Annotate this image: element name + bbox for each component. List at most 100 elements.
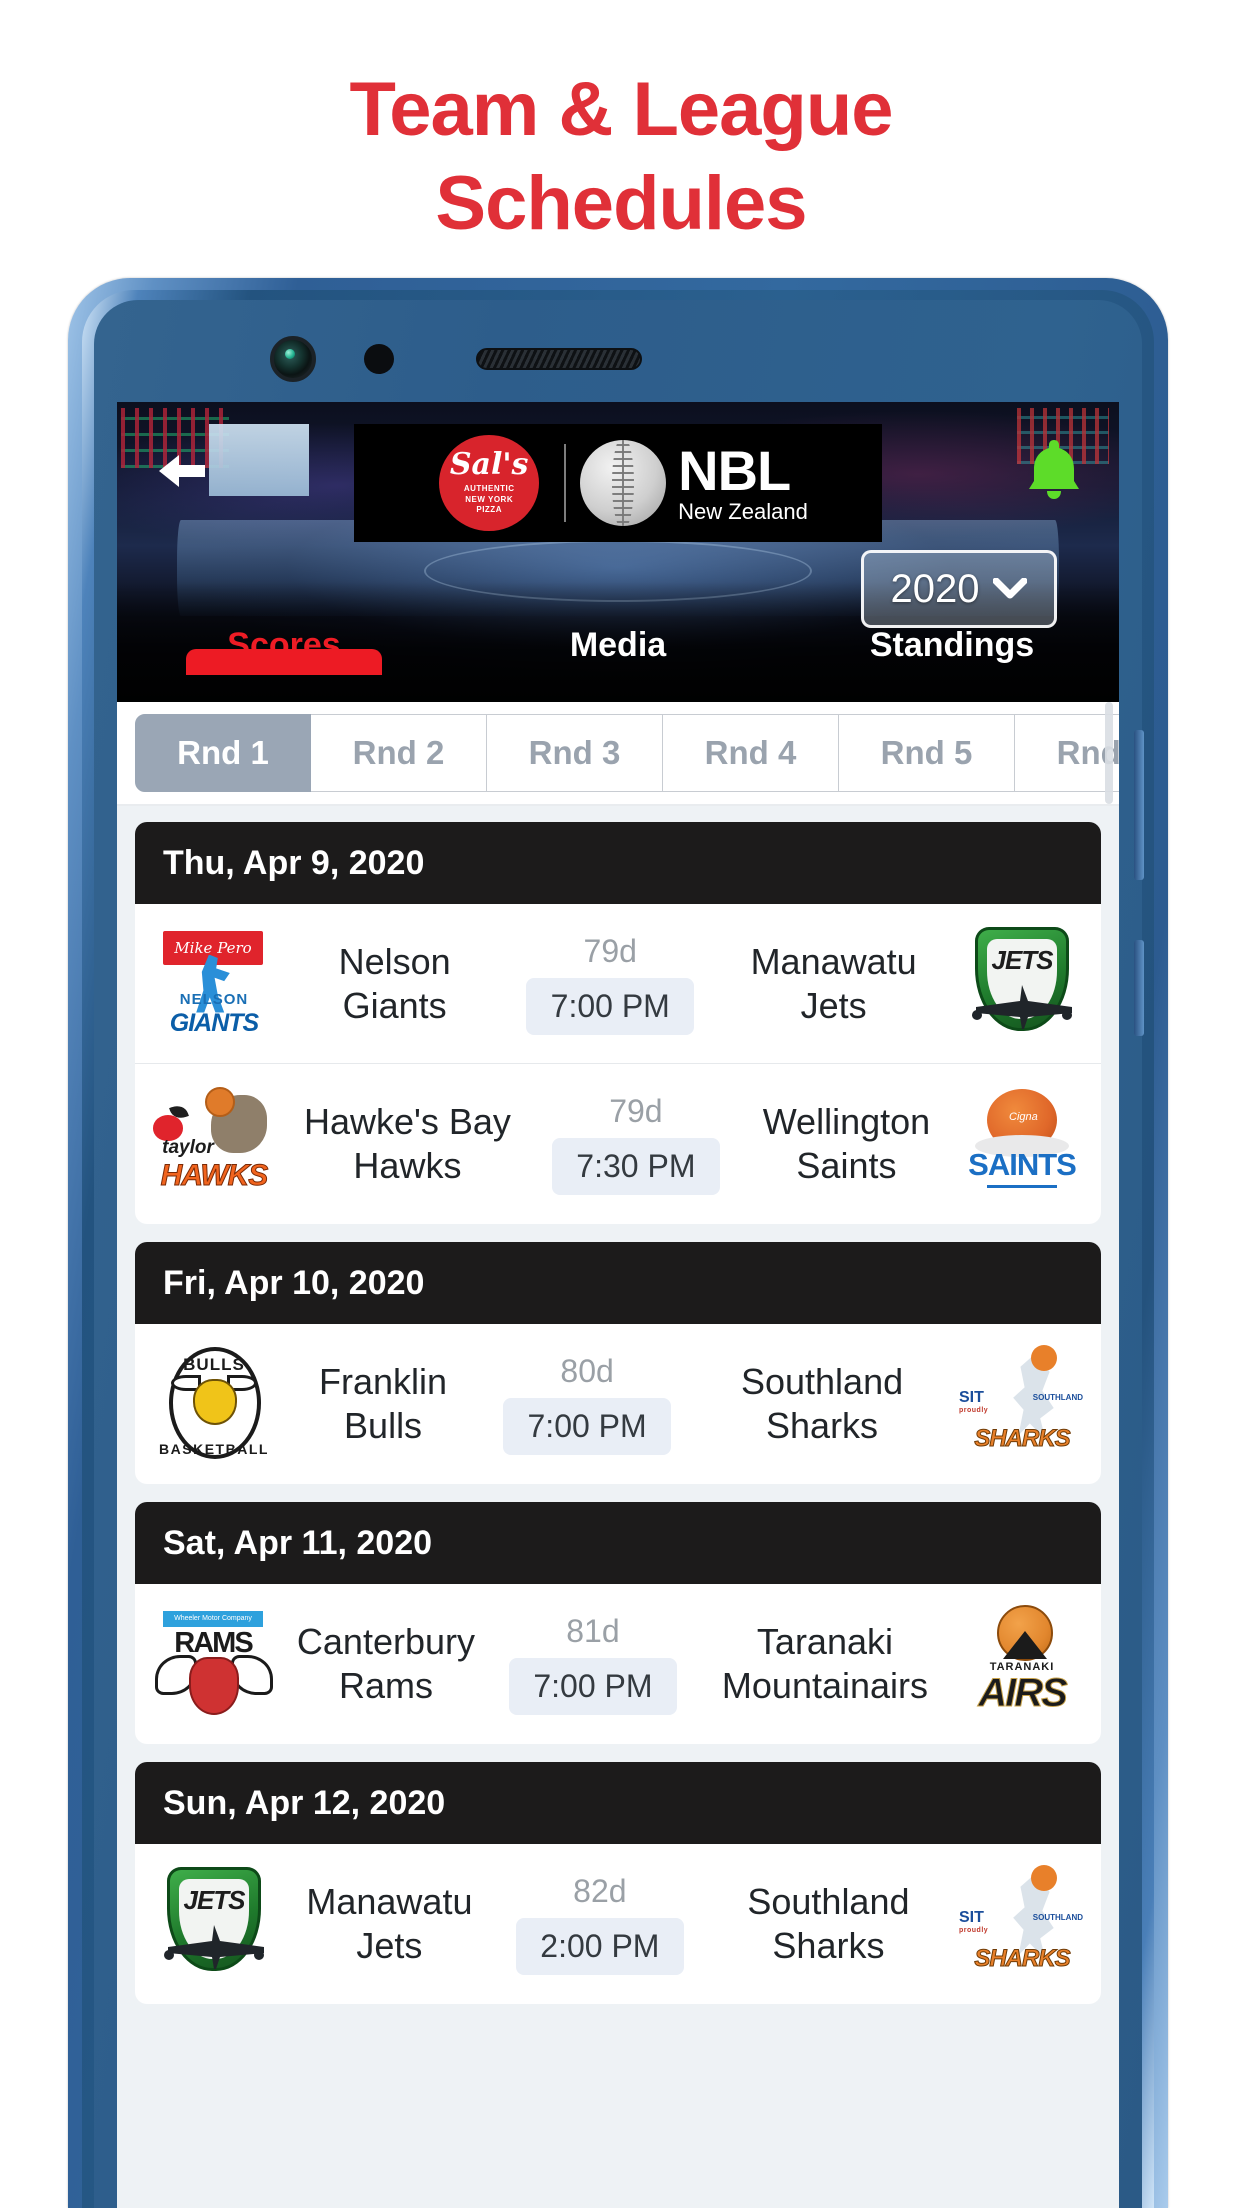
schedule-group: Fri, Apr 10, 2020 BULLS BASKETBALL Frank… <box>135 1242 1101 1484</box>
home-team-name: Manawatu Jets <box>306 1881 473 1966</box>
back-arrow-icon[interactable] <box>153 448 209 494</box>
volume-button[interactable] <box>1134 730 1144 880</box>
game-meta: 82d 2:00 PM <box>500 1844 700 2004</box>
schedule-group: Sat, Apr 11, 2020 Wheeler Motor Company R… <box>135 1502 1101 1744</box>
tab-standings[interactable]: Standings <box>785 626 1119 665</box>
page-title-line1: Team & League <box>349 67 893 152</box>
game-time: 2:00 PM <box>515 1918 684 1975</box>
proximity-sensor-icon <box>364 344 394 374</box>
tab-media[interactable]: Media <box>451 626 785 665</box>
round-tab-3-label: Rnd 3 <box>528 734 621 771</box>
date-header: Thu, Apr 9, 2020 <box>135 822 1101 904</box>
date-header: Fri, Apr 10, 2020 <box>135 1242 1101 1324</box>
tab-standings-label: Standings <box>869 626 1035 664</box>
round-tab-1-label: Rnd 1 <box>177 734 269 771</box>
schedule-group: Sun, Apr 12, 2020 JETS Manawatu Jets 82d… <box>135 1762 1101 2004</box>
wellington-saints-crest: Cigna SAINTS <box>957 1085 1087 1203</box>
round-tab-3[interactable]: Rnd 3 <box>487 714 663 792</box>
arena-scoreboard <box>209 424 309 496</box>
games-container: Wheeler Motor Company RAMS Canterbury Ram… <box>135 1584 1101 1744</box>
southland-sharks-crest: SIT proudly SOUTHLAND SHARKS <box>957 1865 1087 1983</box>
round-tab-4-label: Rnd 4 <box>704 734 797 771</box>
away-team-name: Wellington Saints <box>762 1101 931 1186</box>
game-meta: 80d 7:00 PM <box>487 1324 687 1484</box>
taranaki-airs-crest: TARANAKI AIRS <box>957 1605 1087 1723</box>
game-row[interactable]: JETS Manawatu Jets 82d 2:00 PM Southland… <box>135 1844 1101 2004</box>
sals-sponsor-logo: Sal's AUTHENTIC NEW YORK PIZZA <box>428 434 550 532</box>
logo-divider <box>564 444 567 522</box>
game-row[interactable]: Mike Pero NELSON GIANTS Nelson Giants 79d… <box>135 904 1101 1064</box>
game-countdown: 79d <box>583 932 637 969</box>
game-countdown: 81d <box>566 1613 620 1649</box>
away-team-name: Southland Sharks <box>740 1361 904 1446</box>
manawatu-jets-crest: JETS <box>957 925 1087 1043</box>
tab-scores-label: Scores <box>227 626 341 664</box>
fern-basketball-icon <box>580 440 667 526</box>
date-header: Sat, Apr 11, 2020 <box>135 1502 1101 1584</box>
games-container: BULLS BASKETBALL Franklin Bulls 80d 7:00… <box>135 1324 1101 1484</box>
franklin-bulls-crest: BULLS BASKETBALL <box>149 1345 279 1463</box>
game-meta: 81d 7:00 PM <box>493 1584 693 1744</box>
page-root: Team & League Schedules Sal's AUTHENTIC … <box>0 0 1242 2208</box>
tab-media-label: Media <box>569 626 667 664</box>
games-container: JETS Manawatu Jets 82d 2:00 PM Southland… <box>135 1844 1101 2004</box>
round-tab-6[interactable]: Rnd 6 <box>1015 714 1119 792</box>
game-row[interactable]: taylor HAWKS Hawke's Bay Hawks 79d 7:30 … <box>135 1064 1101 1224</box>
hero-banner: Sal's AUTHENTIC NEW YORK PIZZA NBL New Z… <box>117 402 1119 702</box>
home-team-name: Nelson Giants <box>338 940 451 1026</box>
manawatu-jets-crest: JETS <box>149 1865 279 1983</box>
game-countdown: 80d <box>560 1353 614 1389</box>
canterbury-rams-crest: Wheeler Motor Company RAMS <box>149 1605 279 1723</box>
sals-tagline-1: AUTHENTIC <box>463 483 515 493</box>
round-tab-5-label: Rnd 5 <box>880 734 973 771</box>
phone-body: Sal's AUTHENTIC NEW YORK PIZZA NBL New Z… <box>94 300 1144 2208</box>
away-team-name: Taranaki Mountainairs <box>721 1621 929 1706</box>
game-countdown: 82d <box>573 1873 627 1909</box>
game-time: 7:00 PM <box>503 1398 672 1455</box>
game-meta: 79d 7:30 PM <box>536 1064 736 1224</box>
power-button[interactable] <box>1134 940 1144 1036</box>
nbl-wordmark: NBL <box>678 439 791 502</box>
league-logo-plaque: Sal's AUTHENTIC NEW YORK PIZZA NBL New Z… <box>354 424 882 542</box>
nelson-giants-crest: Mike Pero NELSON GIANTS <box>149 924 279 1043</box>
home-team-name: Canterbury Rams <box>296 1621 475 1706</box>
phone-screen: Sal's AUTHENTIC NEW YORK PIZZA NBL New Z… <box>117 402 1119 2208</box>
earpiece-speaker-icon <box>476 348 642 370</box>
game-row[interactable]: BULLS BASKETBALL Franklin Bulls 80d 7:00… <box>135 1324 1101 1484</box>
page-title: Team & League Schedules <box>0 72 1242 242</box>
games-container: Mike Pero NELSON GIANTS Nelson Giants 79d… <box>135 904 1101 1224</box>
vertical-scrollbar[interactable] <box>1105 702 1113 804</box>
round-tab-5[interactable]: Rnd 5 <box>839 714 1015 792</box>
sals-wordmark: Sal's <box>449 446 529 482</box>
southland-sharks-crest: SIT proudly SOUTHLAND SHARKS <box>957 1345 1087 1463</box>
chevron-down-icon <box>992 577 1028 600</box>
nbl-country: New Zealand <box>678 499 808 524</box>
sals-tagline-2: NEW YORK <box>465 494 514 504</box>
main-tab-bar: Scores Media Standings <box>117 616 1119 702</box>
page-title-line2: Schedules <box>435 161 807 246</box>
game-time: 7:00 PM <box>526 977 695 1035</box>
sals-tagline-3: PIZZA <box>476 505 502 515</box>
away-team-name: Manawatu Jets <box>750 940 917 1026</box>
round-selector: Rnd 1 Rnd 2 Rnd 3 Rnd 4 Rnd 5 Rnd 6 <box>117 702 1119 806</box>
front-camera-icon <box>270 336 316 382</box>
round-tab-4[interactable]: Rnd 4 <box>663 714 839 792</box>
home-team-name: Franklin Bulls <box>319 1361 448 1446</box>
game-time: 7:30 PM <box>551 1138 720 1195</box>
game-row[interactable]: Wheeler Motor Company RAMS Canterbury Ram… <box>135 1584 1101 1744</box>
home-team-name: Hawke's Bay Hawks <box>303 1101 511 1186</box>
hawkes-bay-hawks-crest: taylor HAWKS <box>149 1085 279 1203</box>
round-tab-2[interactable]: Rnd 2 <box>311 714 487 792</box>
date-header: Sun, Apr 12, 2020 <box>135 1762 1101 1844</box>
game-time: 7:00 PM <box>508 1658 677 1715</box>
tab-scores[interactable]: Scores <box>117 626 451 665</box>
round-tab-1[interactable]: Rnd 1 <box>135 714 311 792</box>
season-select-value: 2020 <box>890 566 980 611</box>
phone-mockup: Sal's AUTHENTIC NEW YORK PIZZA NBL New Z… <box>68 278 1168 2208</box>
game-meta: 79d 7:00 PM <box>510 904 710 1063</box>
game-countdown: 79d <box>609 1093 663 1129</box>
bell-icon[interactable] <box>1025 438 1083 500</box>
nbl-logo: NBL New Zealand <box>580 440 808 526</box>
schedule-list[interactable]: Thu, Apr 9, 2020 Mike Pero NELSON GIANTS … <box>117 806 1119 2208</box>
round-tab-2-label: Rnd 2 <box>352 734 445 771</box>
